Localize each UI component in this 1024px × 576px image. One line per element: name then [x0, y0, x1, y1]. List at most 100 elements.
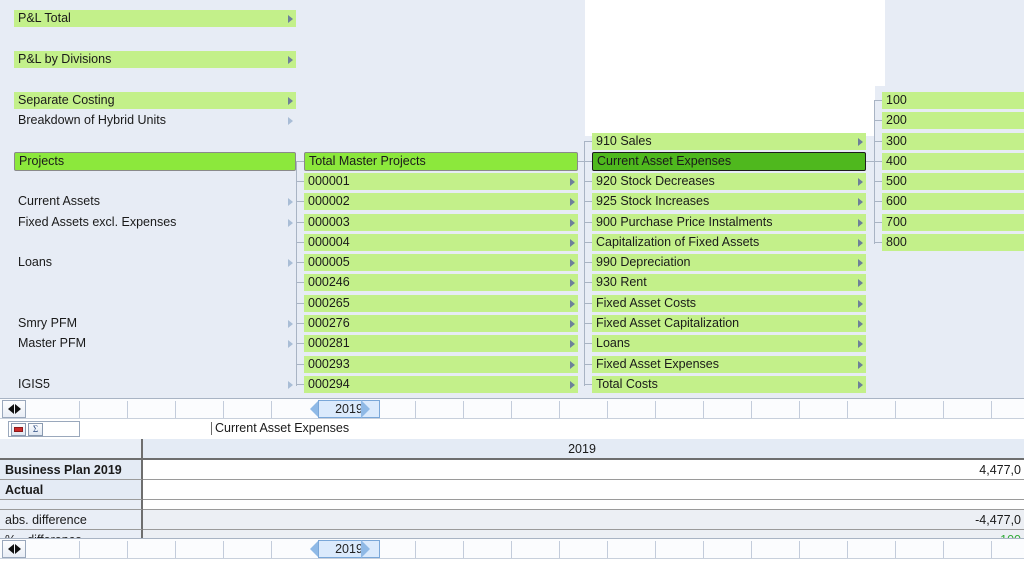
tree-node-label: 800 [886, 235, 907, 249]
tree-node-accounts-12[interactable]: Total Costs [592, 376, 866, 393]
expand-chevron-icon[interactable] [288, 197, 293, 206]
tree-node-root-0[interactable]: P&L Total [14, 10, 296, 27]
expand-chevron-icon[interactable] [570, 299, 575, 308]
expand-chevron-icon[interactable] [288, 319, 293, 328]
navbar-tick [991, 541, 992, 558]
expand-chevron-icon[interactable] [288, 218, 293, 227]
nav-scroll-buttons-bottom[interactable] [2, 540, 26, 558]
expand-chevron-icon[interactable] [858, 218, 863, 227]
tree-node-subaccounts-7[interactable]: 800 [882, 234, 1024, 251]
tree-node-subaccounts-2[interactable]: 300 [882, 133, 1024, 150]
expand-chevron-icon[interactable] [570, 278, 575, 287]
table-header-row: 2019 [0, 439, 1024, 460]
tree-column-root: P&L Total P&L by Divisions Separate Costin… [14, 0, 296, 398]
expand-chevron-icon[interactable] [288, 116, 293, 125]
tree-node-projects-1[interactable]: 000001 [304, 173, 578, 190]
tree-node-accounts-8[interactable]: Fixed Asset Costs [592, 295, 866, 312]
tree-node-label: 900 Purchase Price Instalments [596, 215, 773, 229]
tree-node-projects-4[interactable]: 000004 [304, 234, 578, 251]
tree-node-root-7[interactable]: Loans [14, 254, 296, 271]
tree-node-projects-8[interactable]: 000276 [304, 315, 578, 332]
tree-node-root-9[interactable]: Master PFM [14, 335, 296, 352]
tree-node-root-6[interactable]: Fixed Assets excl. Expenses [14, 214, 296, 231]
expand-chevron-icon[interactable] [288, 55, 293, 64]
nav-scroll-buttons-top[interactable] [2, 400, 26, 418]
sigma-icon[interactable]: Σ [28, 422, 43, 436]
tree-node-root-2[interactable]: Separate Costing [14, 92, 296, 109]
minus-icon[interactable] [11, 422, 26, 436]
tree-node-accounts-10[interactable]: Loans [592, 335, 866, 352]
tree-node-projects-11[interactable]: 000294 [304, 376, 578, 393]
expand-chevron-icon[interactable] [858, 177, 863, 186]
arrow-right-icon [14, 544, 21, 554]
expand-chevron-icon[interactable] [570, 258, 575, 267]
tree-node-projects-10[interactable]: 000293 [304, 356, 578, 373]
navbar-tick [559, 541, 560, 558]
tree-node-subaccounts-5[interactable]: 600 [882, 193, 1024, 210]
tree-node-accounts-0[interactable]: 910 Sales [592, 133, 866, 150]
tree-node-accounts-4[interactable]: 900 Purchase Price Instalments [592, 214, 866, 231]
tree-node-subaccounts-4[interactable]: 500 [882, 173, 1024, 190]
expand-chevron-icon[interactable] [570, 177, 575, 186]
tree-node-root-10[interactable]: IGIS5 [14, 376, 296, 393]
tree-node-projects-6[interactable]: 000246 [304, 274, 578, 291]
tree-node-accounts-7[interactable]: 930 Rent [592, 274, 866, 291]
expand-chevron-icon[interactable] [858, 339, 863, 348]
expand-chevron-icon[interactable] [570, 360, 575, 369]
expand-chevron-icon[interactable] [858, 380, 863, 389]
tree-node-root-3[interactable]: Breakdown of Hybrid Units [14, 112, 296, 129]
expand-chevron-icon[interactable] [288, 14, 293, 23]
expand-chevron-icon[interactable] [858, 137, 863, 146]
tree-node-accounts-5[interactable]: Capitalization of Fixed Assets [592, 234, 866, 251]
tree-node-root-4[interactable]: Projects [14, 152, 296, 171]
expand-chevron-icon[interactable] [858, 319, 863, 328]
tree-node-projects-7[interactable]: 000265 [304, 295, 578, 312]
tree-node-accounts-11[interactable]: Fixed Asset Expenses [592, 356, 866, 373]
tree-node-root-1[interactable]: P&L by Divisions [14, 51, 296, 68]
expand-chevron-icon[interactable] [570, 380, 575, 389]
tree-node-projects-5[interactable]: 000005 [304, 254, 578, 271]
table-row[interactable]: Business Plan 2019 4,477,0 [0, 460, 1024, 480]
expand-chevron-icon[interactable] [288, 380, 293, 389]
year-chip-top[interactable]: 2019 [318, 400, 380, 418]
period-navbar-bottom[interactable]: 2019 [0, 538, 1024, 559]
tree-node-accounts-6[interactable]: 990 Depreciation [592, 254, 866, 271]
expand-chevron-icon[interactable] [570, 197, 575, 206]
expand-chevron-icon[interactable] [570, 218, 575, 227]
table-row[interactable]: abs. difference -4,477,0 [0, 510, 1024, 530]
year-chip-bottom[interactable]: 2019 [318, 540, 380, 558]
period-navbar-top[interactable]: 2019 [0, 398, 1024, 419]
expand-chevron-icon[interactable] [858, 258, 863, 267]
tree-node-label: 000265 [308, 296, 350, 310]
tree-node-projects-0[interactable]: Total Master Projects [304, 152, 578, 171]
tree-node-projects-3[interactable]: 000003 [304, 214, 578, 231]
tree-node-root-5[interactable]: Current Assets [14, 193, 296, 210]
tree-node-subaccounts-3[interactable]: 400 [882, 153, 1024, 170]
expand-chevron-icon[interactable] [858, 299, 863, 308]
tree-node-subaccounts-0[interactable]: 100 [882, 92, 1024, 109]
expand-chevron-icon[interactable] [288, 339, 293, 348]
expand-chevron-icon[interactable] [570, 339, 575, 348]
connector-stub [584, 242, 592, 243]
expand-chevron-icon[interactable] [858, 197, 863, 206]
tree-node-subaccounts-1[interactable]: 200 [882, 112, 1024, 129]
table-row[interactable]: Actual [0, 480, 1024, 500]
tree-node-accounts-3[interactable]: 925 Stock Increases [592, 193, 866, 210]
expand-chevron-icon[interactable] [288, 96, 293, 105]
expand-chevron-icon[interactable] [858, 238, 863, 247]
toolbar-button-group[interactable]: Σ [8, 421, 80, 437]
connector-stub [296, 222, 304, 223]
expand-chevron-icon[interactable] [858, 360, 863, 369]
expand-chevron-icon[interactable] [858, 278, 863, 287]
tree-node-projects-9[interactable]: 000281 [304, 335, 578, 352]
tree-node-accounts-2[interactable]: 920 Stock Decreases [592, 173, 866, 190]
expand-chevron-icon[interactable] [570, 319, 575, 328]
expand-chevron-icon[interactable] [288, 258, 293, 267]
tree-node-projects-2[interactable]: 000002 [304, 193, 578, 210]
tree-node-root-8[interactable]: Smry PFM [14, 315, 296, 332]
arrow-right-icon [14, 404, 21, 414]
tree-node-accounts-9[interactable]: Fixed Asset Capitalization [592, 315, 866, 332]
tree-node-accounts-1[interactable]: Current Asset Expenses [592, 152, 866, 171]
tree-node-subaccounts-6[interactable]: 700 [882, 214, 1024, 231]
expand-chevron-icon[interactable] [570, 238, 575, 247]
